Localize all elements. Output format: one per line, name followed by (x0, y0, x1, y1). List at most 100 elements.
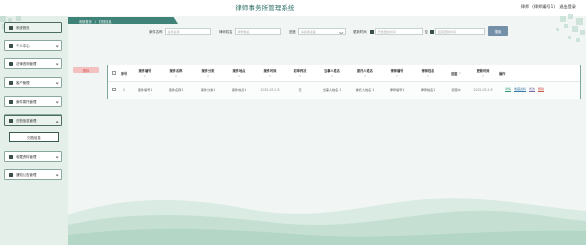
row-checkbox-cell (110, 81, 118, 98)
sidebar-item-legal-consult[interactable]: 法律咨询管理 (4, 58, 62, 69)
col-header-first-judgement[interactable]: 初审判决 ⇕ (286, 66, 314, 80)
sidebar-item-archive[interactable]: 归档信息管理 (4, 115, 62, 126)
column-header: 律师姓名 (421, 69, 435, 74)
col-header-case-no[interactable]: 案件编号 ⇕ (130, 66, 160, 80)
sidebar-item-favorites[interactable]: 收藏资料管理 (4, 151, 62, 162)
header-checkbox-cell (110, 66, 118, 80)
sidebar-item-label: 通知公告管理 (16, 173, 37, 177)
sidebar-item-label: 客户管理 (16, 81, 30, 85)
cell-case-no: 案件编号1 (137, 88, 153, 92)
cell-first-judgement: 无 (298, 88, 302, 92)
case-name-input[interactable]: 案件名称 (164, 28, 211, 35)
col-header-index: 序号 (119, 66, 129, 80)
logout-link[interactable]: 退出登录 (559, 4, 576, 9)
sidebar-item-label: 个人中心 (16, 44, 30, 48)
grid-icon (9, 154, 13, 159)
grid-icon (9, 61, 13, 66)
grid-icon (9, 172, 13, 177)
col-header-lawyer-no[interactable]: 律师编号 ⇕ (382, 66, 412, 80)
sidebar-item-clients[interactable]: 客户管理 (4, 77, 62, 88)
date-label: 更新时间 (353, 30, 367, 34)
col-header-case-place[interactable]: 案件地点 ⇕ (224, 66, 254, 80)
sidebar-item-announcements[interactable]: 通知公告管理 (4, 169, 62, 180)
cell-case-place: 案件地点1 (231, 88, 247, 92)
sort-icon: ⇕ (363, 74, 367, 78)
favorite-link[interactable]: 收藏资料 (514, 87, 527, 92)
detail-link[interactable]: 详情 (505, 87, 512, 92)
sidebar-item-case-delegation[interactable]: 案件委托管理 (4, 96, 62, 107)
sidebar-item-profile[interactable]: 个人中心 (4, 40, 62, 51)
row-checkbox[interactable] (112, 87, 116, 92)
search-date-range: 更新时间 开始更新时间 至 结束更新时间 (353, 27, 485, 36)
edit-link[interactable]: 修改 (529, 87, 536, 92)
breadcrumb-current: 归档信息 (98, 19, 112, 24)
cell-case-name: 案件名称1 (168, 88, 184, 92)
chevron-down-icon (55, 81, 59, 85)
case-name-label: 案件名称 (149, 30, 163, 34)
sort-icon: ⇕ (330, 74, 334, 78)
cell-lawyer-name: 律师姓名1 (420, 88, 436, 92)
sidebar-item-label: 系统首页 (16, 26, 30, 30)
col-header-status[interactable]: 进度 ▽ (444, 66, 468, 80)
home-icon (9, 25, 13, 30)
col-header-ops: 操作 (499, 66, 519, 80)
date-end-input[interactable]: 结束更新时间 (434, 28, 485, 35)
search-button[interactable]: 搜索 (488, 26, 508, 36)
col-header-case-time[interactable]: 案件时间 ⇕ (256, 66, 284, 80)
wave-decoration (68, 198, 586, 245)
cell-client-name: 委托人姓名 1 (355, 88, 375, 92)
user-role: 律师 (520, 4, 530, 9)
col-header-client-name[interactable]: 委托人姓名 ⇕ (349, 66, 381, 80)
sidebar-item-label: 案件委托管理 (16, 100, 37, 104)
sidebar: 系统首页 个人中心 法律咨询管理 客户管理 案件委托管理 开庭通知管理 (0, 16, 68, 245)
lawyer-name-input[interactable]: 律师姓名 (234, 28, 281, 35)
cell-status: 调查中 (451, 88, 461, 92)
app-title: 律师事务所管理系统 (235, 4, 295, 12)
sort-icon: ⇕ (237, 74, 241, 78)
column-header: 律师编号 (390, 69, 404, 74)
chevron-down-icon (55, 120, 59, 124)
user-icon (9, 80, 13, 85)
column-header: 序号 (120, 71, 128, 76)
status-select[interactable]: 请选择进度 (297, 28, 346, 35)
col-header-party-name[interactable]: 当事人姓名 ⇕ (316, 66, 348, 80)
column-header: 案件编号 (138, 69, 152, 74)
chevron-down-icon (55, 44, 59, 48)
grid-icon (9, 99, 13, 104)
select-all-checkbox[interactable] (112, 71, 116, 75)
col-header-updated[interactable]: 更新时间 ⇕ (469, 66, 497, 80)
column-header: 初审判决 (293, 69, 307, 74)
column-header: 案件时间 (263, 69, 277, 74)
calendar-icon (369, 29, 374, 34)
cell-index: 1 (123, 87, 125, 92)
col-header-case-type[interactable]: 案件分类 ⇕ (193, 66, 223, 80)
calendar-icon (429, 29, 434, 34)
date-separator: 至 (424, 30, 428, 34)
delete-link[interactable]: 删除 (538, 87, 545, 92)
sort-icon: ⇕ (481, 74, 485, 78)
column-header: 委托人姓名 (357, 69, 373, 74)
user-icon (9, 43, 13, 48)
column-header: 案件地点 (232, 69, 246, 74)
column-header: 操作 (499, 71, 506, 76)
col-header-case-name[interactable]: 案件名称 ⇕ (161, 66, 191, 80)
column-header: 进度 (450, 71, 458, 76)
cell-case-time: 2025-05-2 8 (260, 87, 280, 92)
chevron-down-icon (55, 173, 59, 177)
column-header: 当事人姓名 (324, 69, 340, 74)
sort-icon: ⇕ (206, 74, 210, 78)
row-actions: 详情 收藏资料 修改 删除 (505, 87, 545, 92)
breadcrumb-separator: / (94, 19, 96, 24)
col-header-lawyer-name[interactable]: 律师姓名 ⇕ (413, 66, 443, 80)
date-start-input[interactable]: 开始更新时间 (374, 28, 423, 35)
sidebar-item-home[interactable]: 系统首页 (4, 22, 62, 33)
sidebar-subitem-archive-info[interactable]: 归档信息 (9, 132, 59, 142)
sort-icon: ⇕ (426, 74, 430, 78)
filter-icon[interactable]: ▽ (459, 71, 461, 75)
user-info: 律师 (律师编号1) 退出登录 (518, 4, 576, 10)
chevron-down-icon (55, 100, 59, 104)
delete-button[interactable]: 删除 (73, 67, 99, 73)
sort-icon: ⇕ (143, 74, 147, 78)
breadcrumb-home[interactable]: 系统首页 (79, 20, 92, 24)
cell-lawyer-no: 律师编号1 (389, 88, 405, 92)
